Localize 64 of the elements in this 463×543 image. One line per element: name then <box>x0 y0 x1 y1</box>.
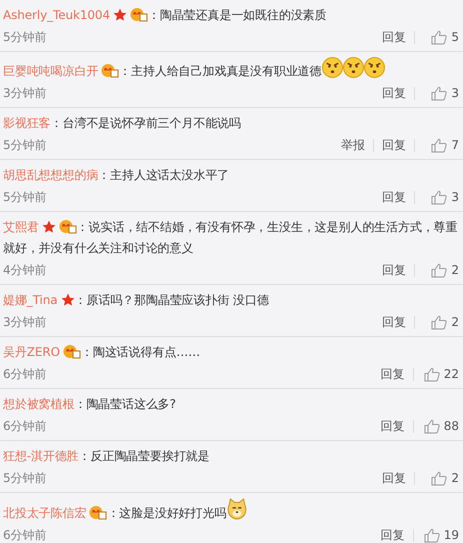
member-icon <box>101 63 120 78</box>
comment-text: ：这脸是没好好打光吗 <box>107 506 226 520</box>
reply-link[interactable]: 回复 <box>374 84 414 102</box>
comment-time: 5分钟前 <box>3 470 48 486</box>
reply-link[interactable]: 回复 <box>372 418 413 434</box>
reply-link[interactable]: 回复 <box>374 28 414 46</box>
like-count: 3 <box>451 190 459 204</box>
thumbs-up-icon[interactable] <box>424 418 440 434</box>
thumbs-up-icon[interactable] <box>424 528 440 542</box>
thumbs-up-icon[interactable] <box>431 30 448 44</box>
like-count: 22 <box>444 367 459 381</box>
thumbs-up-icon[interactable] <box>431 138 448 152</box>
thumbs-up-icon[interactable] <box>431 190 448 204</box>
like-count: 19 <box>444 528 459 542</box>
comment-time: 5分钟前 <box>3 188 48 206</box>
comment-text: ：台湾不是说怀孕前三个月不能说吗 <box>50 116 242 130</box>
comment-text: ：陶晶莹话这么多? <box>74 397 176 411</box>
comment-time: 6分钟前 <box>3 418 48 434</box>
like-count: 5 <box>451 30 459 44</box>
comment-text: ：说实话，结不结婚，有没有怀孕，生没生，这是别人的生活方式，尊重 <box>76 220 458 234</box>
reply-link[interactable]: 回复 <box>374 470 414 486</box>
comment-text: ：陶这话说得有点…… <box>81 345 200 359</box>
comment-time: 3分钟前 <box>3 84 48 102</box>
thumbs-up-icon[interactable] <box>431 86 448 100</box>
like-count: 2 <box>451 263 459 277</box>
angry-face-icon <box>322 57 343 78</box>
like-count: 88 <box>444 419 459 433</box>
angry-face-icon <box>364 57 385 78</box>
comment-time: 6分钟前 <box>3 366 48 382</box>
like-count: 2 <box>451 471 459 485</box>
comment-time: 5分钟前 <box>3 28 48 46</box>
star-icon <box>60 293 75 307</box>
comment-text: 就好，并没有什么关注和讨论的意义 <box>3 240 194 257</box>
star-icon <box>113 8 127 22</box>
thumbs-up-icon[interactable] <box>431 314 448 330</box>
dog-face-icon <box>226 498 248 520</box>
comment-time: 5分钟前 <box>3 136 48 154</box>
member-icon <box>130 7 148 22</box>
member-icon <box>89 505 108 520</box>
comment-text: ：原话吗？那陶晶莹应该扑街 没口德 <box>74 293 269 307</box>
comment-text: ：反正陶晶莹要挨打就是 <box>78 449 210 463</box>
comment-time: 6分钟前 <box>3 526 48 543</box>
comment-text: ：主持人给自己加戏真是没有职业道德 <box>119 64 322 78</box>
reply-link[interactable]: 回复 <box>374 136 414 154</box>
comment-time: 3分钟前 <box>3 314 48 330</box>
star-icon <box>42 220 56 234</box>
reply-link[interactable]: 回复 <box>374 314 414 330</box>
reply-link[interactable]: 回复 <box>374 188 414 206</box>
reply-link[interactable]: 回复 <box>372 366 413 382</box>
report-link[interactable]: 举报 <box>333 136 373 154</box>
comment-time: 4分钟前 <box>3 262 48 278</box>
comment-text: ：陶晶莹还真是一如既往的没素质 <box>148 8 327 22</box>
angry-face-icon <box>342 57 364 78</box>
thumbs-up-icon[interactable] <box>431 470 448 486</box>
thumbs-up-icon[interactable] <box>424 366 440 382</box>
reply-link[interactable]: 回复 <box>372 526 413 543</box>
reply-link[interactable]: 回复 <box>374 262 414 278</box>
member-icon <box>63 344 81 359</box>
like-count: 3 <box>451 86 459 100</box>
like-count: 7 <box>451 138 459 152</box>
like-count: 2 <box>451 315 459 329</box>
member-icon <box>58 219 77 234</box>
thumbs-up-icon[interactable] <box>431 262 448 278</box>
comment-text: ：主持人这话太没水平了 <box>98 168 230 182</box>
